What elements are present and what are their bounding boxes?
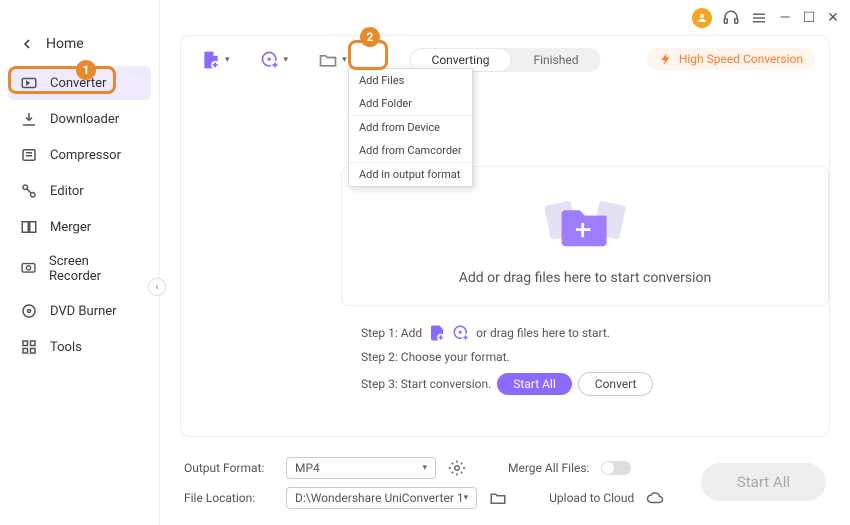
menu-add-folder[interactable]: Add Folder [349, 92, 472, 115]
back-label: Home [46, 36, 84, 52]
file-plus-icon [428, 324, 446, 342]
back-home[interactable]: Home [0, 30, 159, 66]
sidebar-item-merger[interactable]: Merger [8, 210, 151, 244]
sidebar-item-downloader[interactable]: Downloader [8, 102, 151, 136]
convert-pill[interactable]: Convert [578, 372, 654, 396]
file-location-value: D:\Wondershare UniConverter 1 [295, 491, 464, 505]
drop-zone[interactable]: Add or drag files here to start conversi… [341, 166, 829, 306]
sidebar-item-dvd-burner[interactable]: DVD Burner [8, 294, 151, 328]
sidebar-item-label: Screen Recorder [49, 254, 139, 284]
recorder-icon [20, 260, 37, 278]
step2-text: Step 2: Choose your format. [361, 350, 510, 364]
add-file-button[interactable]: ▾ [195, 46, 236, 74]
output-format-value: MP4 [295, 461, 320, 475]
tab-finished[interactable]: Finished [511, 48, 600, 72]
editor-icon [20, 182, 38, 200]
file-location-select[interactable]: D:\Wondershare UniConverter 1 ▾ [286, 487, 477, 509]
menu-add-camcorder[interactable]: Add from Camcorder [349, 139, 472, 162]
drop-zone-text: Add or drag files here to start conversi… [459, 270, 712, 286]
sidebar-item-label: Compressor [50, 148, 121, 163]
chevron-left-icon [22, 39, 32, 49]
sidebar-item-label: DVD Burner [50, 304, 117, 319]
sidebar: Home Converter Downloader Compressor Edi… [0, 0, 160, 525]
high-speed-conversion-button[interactable]: High Speed Conversion [647, 48, 815, 70]
step3-text: Step 3: Start conversion. [361, 377, 491, 391]
compressor-icon [20, 146, 38, 164]
sidebar-item-label: Tools [50, 340, 82, 355]
settings-gear-icon[interactable] [448, 459, 466, 477]
chevron-down-icon: ▾ [225, 55, 230, 65]
add-dropdown-menu: Add Files Add Folder Add from Device Add… [348, 68, 473, 187]
chevron-down-icon: ▾ [342, 55, 347, 65]
merge-files-toggle[interactable] [601, 461, 631, 475]
dvd-icon [20, 302, 38, 320]
disc-plus-icon [260, 50, 280, 70]
steps-help: Step 1: Add or drag files here to start.… [341, 310, 829, 418]
cloud-icon[interactable] [646, 489, 664, 507]
merge-label: Merge All Files: [508, 461, 589, 475]
sidebar-item-label: Converter [50, 76, 106, 91]
menu-add-output-format[interactable]: Add in output format [349, 162, 472, 186]
step1-suffix: or drag files here to start. [476, 326, 610, 340]
output-format-label: Output Format: [184, 461, 274, 475]
file-plus-icon [201, 50, 221, 70]
menu-add-files[interactable]: Add Files [349, 69, 472, 92]
sidebar-item-label: Editor [50, 184, 84, 199]
add-folder-button[interactable]: ▾ [312, 46, 353, 74]
output-format-select[interactable]: MP4 ▾ [286, 457, 436, 479]
downloader-icon [20, 110, 38, 128]
annotation-badge-1: 1 [76, 60, 96, 80]
merger-icon [20, 218, 38, 236]
annotation-badge-2: 2 [360, 27, 380, 47]
converter-icon [20, 74, 38, 92]
file-location-label: File Location: [184, 491, 274, 505]
sidebar-item-label: Downloader [50, 112, 119, 127]
start-all-button[interactable]: Start All [701, 463, 826, 501]
disc-plus-icon [452, 324, 470, 342]
start-all-pill[interactable]: Start All [497, 373, 572, 395]
main-area: ▾ ▾ ▾ Converting Finished High Speed Con… [160, 0, 850, 525]
cloud-label: Upload to Cloud [549, 491, 634, 505]
step1-prefix: Step 1: Add [361, 326, 422, 340]
drop-zone-illustration [540, 186, 630, 256]
folder-icon [318, 50, 338, 70]
tools-icon [20, 338, 38, 356]
hsc-label: High Speed Conversion [679, 52, 803, 66]
chevron-down-icon: ▾ [284, 55, 289, 65]
sidebar-item-tools[interactable]: Tools [8, 330, 151, 364]
add-dvd-button[interactable]: ▾ [254, 46, 295, 74]
menu-add-device[interactable]: Add from Device [349, 115, 472, 139]
open-folder-icon[interactable] [489, 489, 507, 507]
chevron-down-icon: ▾ [422, 463, 427, 473]
sidebar-item-editor[interactable]: Editor [8, 174, 151, 208]
sidebar-item-screen-recorder[interactable]: Screen Recorder [8, 246, 151, 292]
sidebar-item-compressor[interactable]: Compressor [8, 138, 151, 172]
converter-panel: ▾ ▾ ▾ Converting Finished High Speed Con… [180, 35, 830, 437]
chevron-down-icon: ▾ [464, 493, 469, 503]
lightning-icon [659, 52, 673, 66]
sidebar-item-label: Merger [50, 220, 91, 235]
